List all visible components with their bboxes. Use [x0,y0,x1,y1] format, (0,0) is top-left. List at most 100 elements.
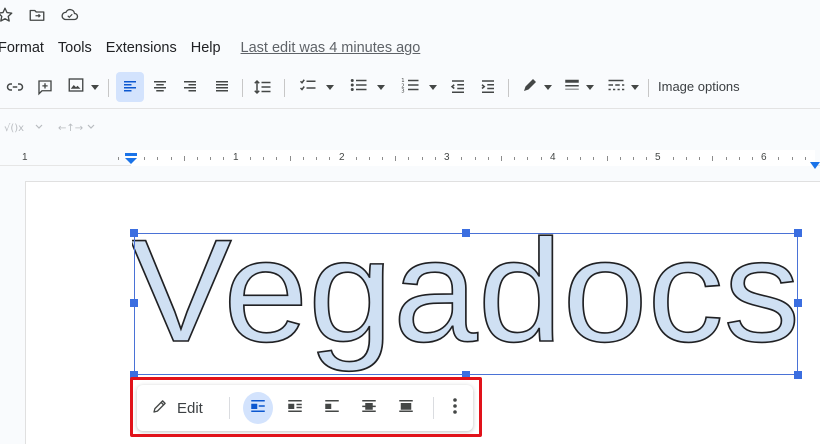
edit-label: Edit [177,399,203,417]
align-right-icon[interactable] [178,72,202,102]
bulleted-list-button[interactable] [346,72,388,102]
border-dash-button[interactable] [602,72,642,102]
image-selection-box [134,233,798,375]
ruler-tick [157,156,159,160]
ruler-tick [487,156,489,160]
break-text-button[interactable] [317,392,347,424]
wrap-text-button[interactable] [280,392,310,424]
align-center-icon[interactable] [148,72,172,102]
in-front-of-text-icon [397,398,415,419]
border-dash-icon [606,76,626,99]
resize-handle-top[interactable] [462,229,470,237]
ruler-tick [329,156,331,160]
ruler-tick [421,156,423,160]
menu-format[interactable]: Format [0,40,44,56]
resize-handle-bottom-right[interactable] [794,371,802,379]
ruler-tick [249,156,251,160]
more-options-icon [452,397,458,420]
inline-icon [249,398,267,419]
toolbar-divider [648,79,649,97]
left-indent-marker[interactable] [125,152,137,170]
insert-image-button[interactable] [64,72,102,102]
ruler-tick [751,156,753,160]
ruler-number: 4 [550,152,556,163]
move-to-folder-icon[interactable] [28,6,46,24]
ruler-tick [725,156,727,160]
ruler-tick [474,156,476,160]
ruler-tick [315,156,317,160]
justify-icon[interactable] [210,72,234,102]
menu-tools[interactable]: Tools [58,40,92,56]
menu-bar: Format Tools Extensions Help Last edit w… [0,38,420,58]
image-options-button[interactable]: Image options [658,72,740,102]
ruler-tick [567,156,568,160]
resize-handle-bottom-left[interactable] [130,371,138,379]
ruler-tick [593,156,595,160]
toolbar-divider [284,79,285,97]
more-options-button[interactable] [441,392,469,424]
ruler-number: 6 [761,152,767,163]
equation-icon[interactable]: √()x [4,120,44,137]
border-color-button[interactable] [518,72,554,102]
ruler-tick [778,156,780,160]
menu-help[interactable]: Help [191,40,221,56]
toolbar-divider [242,79,243,97]
toolbar-divider [508,79,509,97]
ruler-tick [276,156,278,160]
chevron-down-icon [585,84,594,90]
resize-handle-right[interactable] [794,299,802,307]
image-floating-toolbar: Edit [137,385,473,431]
ruler-tick [289,155,291,161]
floating-toolbar-divider [433,397,434,419]
resize-handle-left[interactable] [130,299,138,307]
ruler-tick [633,156,635,160]
cloud-saved-icon[interactable] [60,6,80,24]
resize-handle-bottom[interactable] [462,371,470,379]
svg-text:√()x: √()x [4,123,24,134]
right-indent-marker[interactable] [810,157,820,175]
decrease-indent-icon[interactable] [446,72,470,102]
line-spacing-icon[interactable] [250,72,276,102]
ruler-tick [500,155,502,161]
edit-button[interactable]: Edit [151,394,203,422]
increase-indent-icon[interactable] [476,72,500,102]
ruler-tick [117,156,119,160]
in-front-of-text-button[interactable] [391,392,421,424]
numbered-list-button[interactable]: 123 [398,72,440,102]
ruler-tick [606,155,608,161]
last-edit-link[interactable]: Last edit was 4 minutes ago [241,40,421,56]
resize-handle-top-left[interactable] [130,229,138,237]
chevron-down-icon [377,84,385,90]
arrows-icon[interactable]: ←↑→ [58,120,98,137]
ruler-tick [144,156,146,160]
ruler-tick [302,156,304,160]
resize-handle-top-right[interactable] [794,229,802,237]
svg-text:3: 3 [401,88,404,94]
border-weight-button[interactable] [560,72,596,102]
border-color-icon [521,76,539,99]
insert-link-icon[interactable] [4,72,26,102]
behind-text-icon [360,398,378,419]
bulleted-list-icon [349,76,369,99]
chevron-down-icon [326,84,334,90]
align-left-icon[interactable] [116,72,144,102]
insert-comment-icon[interactable] [34,72,56,102]
main-toolbar: 123 Image options [0,72,820,102]
ruler-tick [672,156,674,160]
ruler-tick [434,156,436,160]
inline-button[interactable] [243,392,273,424]
numbered-list-icon: 123 [401,76,421,99]
behind-text-button[interactable] [354,392,384,424]
chevron-down-icon [630,84,639,90]
chevron-down-icon [543,84,552,90]
star-icon[interactable] [0,6,14,24]
chevron-down-icon [91,84,99,90]
ruler-tick [580,156,582,160]
equation-toolbar: √()x ←↑→ [4,120,98,137]
ruler-tick [514,156,516,160]
menu-extensions[interactable]: Extensions [106,40,177,56]
pencil-icon [151,397,169,419]
wrap-text-icon [286,398,304,419]
ruler-tick [183,155,185,161]
checklist-button[interactable] [294,72,338,102]
